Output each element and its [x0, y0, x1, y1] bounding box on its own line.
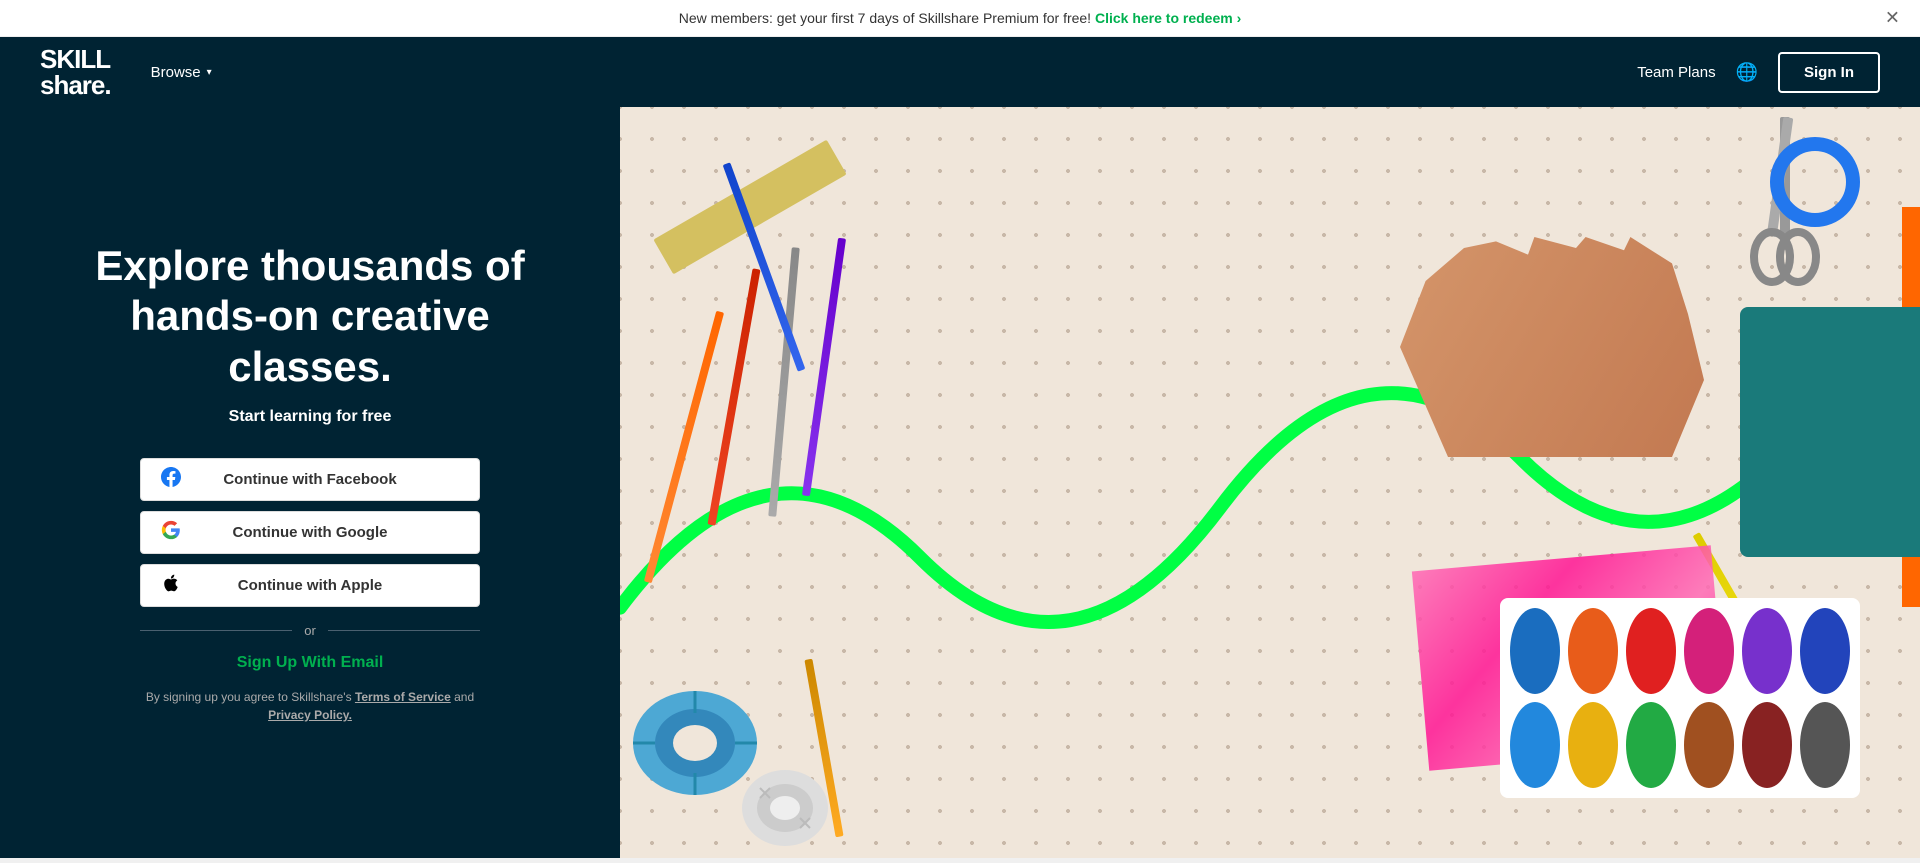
palette-color-dot — [1742, 702, 1792, 788]
team-plans-button[interactable]: Team Plans — [1637, 64, 1715, 81]
browse-label: Browse — [151, 64, 201, 81]
facebook-auth-button[interactable]: Continue with Facebook — [140, 458, 480, 501]
palette-color-dot — [1742, 608, 1792, 694]
facebook-button-label: Continue with Facebook — [161, 471, 459, 488]
announcement-link[interactable]: Click here to redeem › — [1095, 10, 1241, 26]
divider-text: or — [304, 623, 316, 638]
divider-line-right — [328, 630, 480, 631]
chevron-down-icon: ▾ — [207, 67, 212, 78]
red-pencil — [707, 268, 760, 525]
hero-subtitle: Start learning for free — [229, 408, 392, 426]
pegboard-background — [620, 107, 1920, 858]
hero-title: Explore thousands of hands-on creative c… — [60, 241, 560, 392]
apple-icon — [161, 573, 181, 599]
email-signup-button[interactable]: Sign Up With Email — [237, 654, 384, 672]
navbar-right: Team Plans 🌐 Sign In — [1637, 52, 1880, 93]
apple-auth-button[interactable]: Continue with Apple — [140, 564, 480, 607]
google-auth-button[interactable]: Continue with Google — [140, 511, 480, 554]
logo-line2: share. — [40, 72, 111, 98]
ruler — [653, 140, 846, 275]
palette-color-dot — [1626, 702, 1676, 788]
divider: or — [140, 623, 480, 638]
announcement-bar: New members: get your first 7 days of Sk… — [0, 0, 1920, 37]
purple-pencil — [802, 238, 846, 497]
announcement-close-button[interactable]: ✕ — [1885, 8, 1900, 29]
teal-sleeve — [1740, 307, 1920, 557]
palette-color-dot — [1800, 608, 1850, 694]
palette-color-dot — [1626, 608, 1676, 694]
palette-color-dot — [1800, 702, 1850, 788]
items-overlay — [620, 107, 1920, 858]
main-content: Explore thousands of hands-on creative c… — [0, 107, 1920, 858]
terms-of-service-link[interactable]: Terms of Service — [355, 690, 451, 704]
apple-button-label: Continue with Apple — [161, 577, 459, 594]
globe-icon[interactable]: 🌐 — [1736, 62, 1758, 83]
auth-buttons: Continue with Facebook Continue with Goo… — [140, 458, 480, 607]
signin-button[interactable]: Sign In — [1778, 52, 1880, 93]
browse-button[interactable]: Browse ▾ — [151, 64, 212, 81]
palette-color-dot — [1568, 702, 1618, 788]
announcement-text: New members: get your first 7 days of Sk… — [679, 10, 1091, 26]
divider-line-left — [140, 630, 292, 631]
privacy-policy-link[interactable]: Privacy Policy. — [268, 708, 352, 722]
facebook-icon — [161, 467, 181, 493]
terms-text: By signing up you agree to Skillshare's … — [140, 688, 480, 724]
hand — [1400, 237, 1720, 457]
blue-ring — [1770, 137, 1860, 227]
palette-color-dot — [1510, 608, 1560, 694]
palette-color-dot — [1684, 702, 1734, 788]
google-button-label: Continue with Google — [161, 524, 459, 541]
orange-pencil — [644, 311, 724, 584]
right-panel — [620, 107, 1920, 858]
logo: SKILL share. — [40, 46, 111, 98]
watercolor-palette — [1500, 598, 1860, 798]
google-icon — [161, 520, 181, 546]
palette-color-dot — [1510, 702, 1560, 788]
logo-line1: SKILL — [40, 46, 111, 72]
masking-tape — [740, 768, 830, 848]
palette-color-dot — [1684, 608, 1734, 694]
navbar: SKILL share. Browse ▾ Team Plans 🌐 Sign … — [0, 37, 1920, 107]
palette-color-dot — [1568, 608, 1618, 694]
left-panel: Explore thousands of hands-on creative c… — [0, 107, 620, 858]
